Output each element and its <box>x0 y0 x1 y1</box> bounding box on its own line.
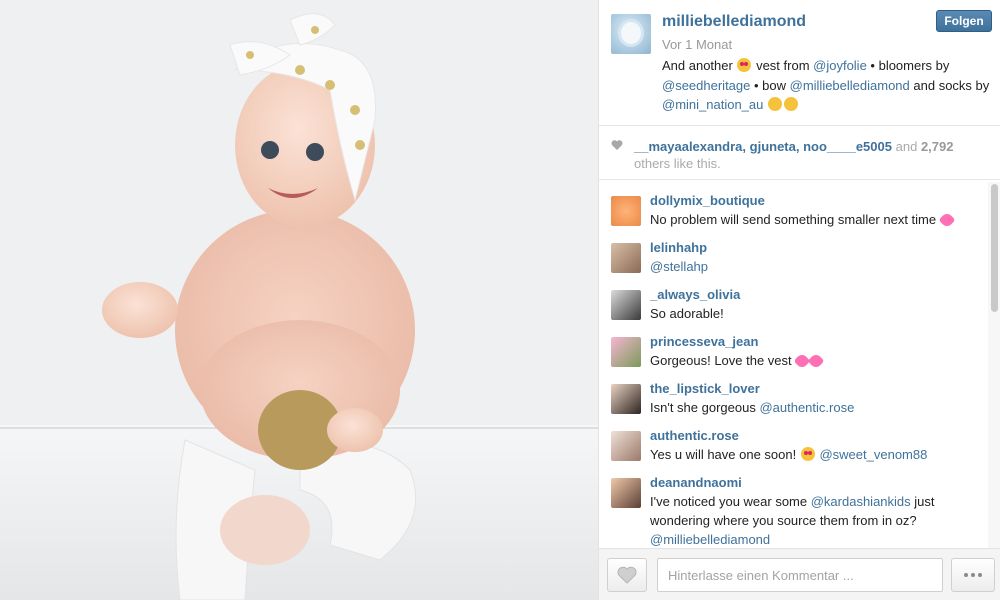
post-photo[interactable] <box>0 0 598 600</box>
mention-link[interactable]: @authentic.rose <box>759 400 854 415</box>
commenter-username[interactable]: dollymix_boutique <box>650 192 1000 210</box>
mention-link[interactable]: @stellahp <box>650 259 708 274</box>
more-options-icon <box>964 573 968 577</box>
comment-text: Yes u will have one soon! @sweet_venom88 <box>650 447 928 462</box>
heart-eyes-emoji-icon <box>737 58 752 72</box>
comment-item: dollymix_boutique No problem will send s… <box>599 182 1000 229</box>
baby-photo-illustration <box>0 0 598 600</box>
scrollbar-thumb[interactable] <box>991 184 998 312</box>
comments-list: dollymix_boutique No problem will send s… <box>599 182 1000 548</box>
post-caption: And another vest from @joyfolie • bloome… <box>662 58 990 112</box>
comment-text: Isn't she gorgeous @authentic.rose <box>650 400 855 415</box>
pink-heart-emoji-icon <box>938 211 956 229</box>
follow-button[interactable]: Folgen <box>936 10 992 32</box>
comment-item: lelinhahp @stellahp <box>599 229 1000 276</box>
mention-link[interactable]: @kardashiankids <box>811 494 911 509</box>
commenter-username[interactable]: _always_olivia <box>650 286 1000 304</box>
commenter-username[interactable]: princesseva_jean <box>650 333 1000 351</box>
likes-and-label: and <box>895 139 918 154</box>
mention-link[interactable]: @milliebellediamond <box>650 532 770 547</box>
commenter-avatar[interactable] <box>611 478 641 508</box>
mention-link[interactable]: @joyfolie <box>813 58 867 73</box>
kiss-emoji-icon <box>768 97 782 111</box>
comment-item: _always_olivia So adorable! <box>599 276 1000 323</box>
comment-item: deanandnaomi I've noticed you wear some … <box>599 464 1000 547</box>
heart-icon <box>611 140 623 150</box>
like-button[interactable] <box>607 558 647 592</box>
comment-item: princesseva_jean Gorgeous! Love the vest <box>599 323 1000 370</box>
comment-footer <box>599 548 1000 600</box>
commenter-avatar[interactable] <box>611 196 641 226</box>
commenter-avatar[interactable] <box>611 337 641 367</box>
comment-text: @stellahp <box>650 257 980 276</box>
comment-text: No problem will send something smaller n… <box>650 210 980 229</box>
comment-text: Gorgeous! Love the vest <box>650 351 980 370</box>
mention-link[interactable]: @milliebellediamond <box>790 78 910 93</box>
commenter-avatar[interactable] <box>611 243 641 273</box>
owner-username-link[interactable]: milliebellediamond <box>662 13 806 31</box>
commenter-username[interactable]: lelinhahp <box>650 239 1000 257</box>
comment-item: the_lipstick_lover Isn't she gorgeous @a… <box>599 370 1000 417</box>
comment-text: I've noticed you wear some @kardashianki… <box>650 494 935 547</box>
owner-avatar[interactable] <box>611 14 651 54</box>
pink-heart-emoji-icon <box>807 352 825 370</box>
comment-item: authentic.rose Yes u will have one soon!… <box>599 417 1000 464</box>
commenter-username[interactable]: deanandnaomi <box>650 474 1000 492</box>
smile-emoji-icon <box>784 97 798 111</box>
likes-suffix: others like this. <box>634 156 721 171</box>
comment-input[interactable] <box>657 558 943 592</box>
liker-names[interactable]: __mayaalexandra, gjuneta, noo____e5005 <box>634 139 892 154</box>
post-header: milliebellediamond Vor 1 Monat Folgen An… <box>599 0 1000 126</box>
likes-count[interactable]: 2,792 <box>921 139 954 154</box>
commenter-avatar[interactable] <box>611 384 641 414</box>
comments-scrollbar[interactable] <box>988 182 1000 548</box>
commenter-username[interactable]: authentic.rose <box>650 427 1000 445</box>
commenter-username[interactable]: the_lipstick_lover <box>650 380 1000 398</box>
mention-link[interactable]: @sweet_venom88 <box>819 447 927 462</box>
commenter-avatar[interactable] <box>611 290 641 320</box>
heart-icon <box>617 566 637 584</box>
likes-summary: __mayaalexandra, gjuneta, noo____e5005 a… <box>599 126 1000 180</box>
mention-link[interactable]: @seedheritage <box>662 78 750 93</box>
comment-text: So adorable! <box>650 306 724 321</box>
post-timestamp: Vor 1 Monat <box>662 37 733 52</box>
post-details-panel: milliebellediamond Vor 1 Monat Folgen An… <box>598 0 1000 600</box>
commenter-avatar[interactable] <box>611 431 641 461</box>
mention-link[interactable]: @mini_nation_au <box>662 97 763 112</box>
more-options-button[interactable] <box>951 558 995 592</box>
heart-eyes-emoji-icon <box>800 447 815 461</box>
